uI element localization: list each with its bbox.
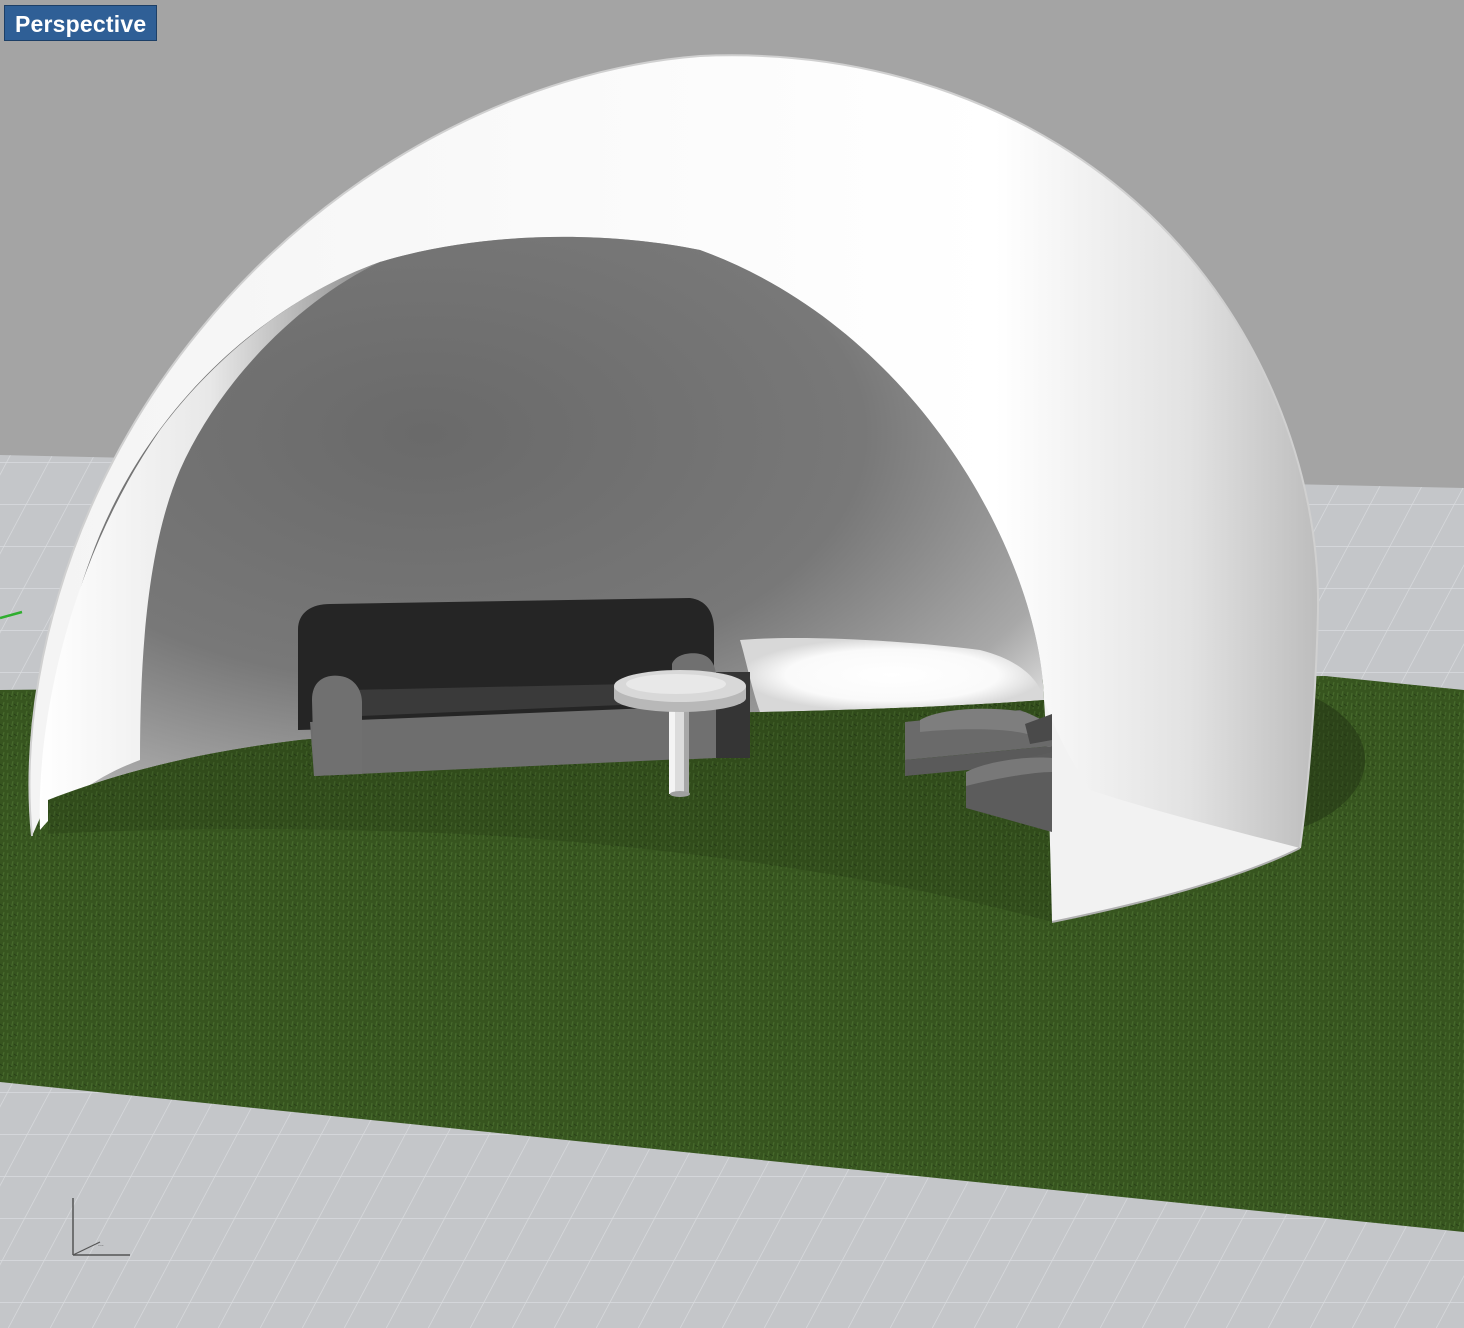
svg-text:...: ...	[98, 1241, 104, 1248]
viewport-title-tab[interactable]: Perspective	[4, 5, 158, 41]
perspective-viewport[interactable]: ... Perspective	[0, 0, 1464, 1328]
scene-canvas[interactable]: ...	[0, 0, 1464, 1328]
